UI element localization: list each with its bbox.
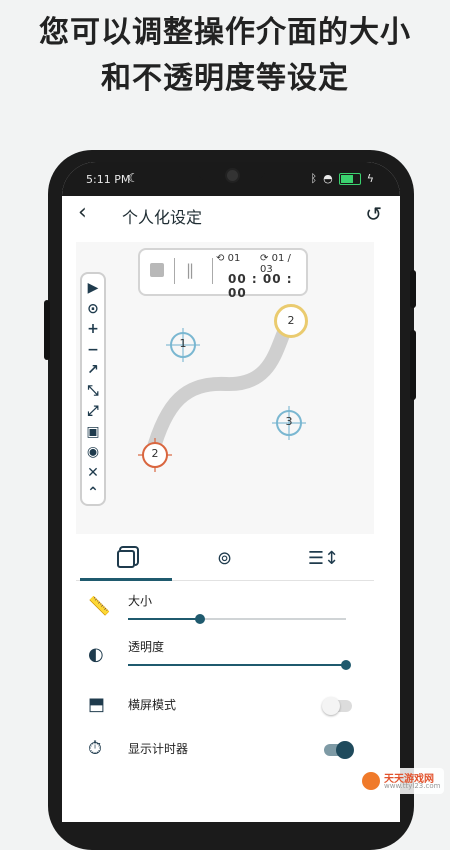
headline: 您可以调整操作介面的大小 和不透明度等设定 [0,10,450,102]
headline-line2: 和不透明度等设定 [101,61,349,96]
charging-icon: ϟ [366,172,374,185]
eye-icon[interactable]: ◉ [87,442,99,463]
landscape-setting: ⬒ 横屏模式 [76,692,374,722]
size-slider[interactable] [128,612,346,626]
repeat-icon: ⟲ [216,253,225,264]
rotate-screen-icon: ⬒ [88,694,106,715]
swipe-end-target[interactable]: 2 [274,304,308,338]
swipe-start-label: 2 [151,447,159,460]
battery-icon [338,172,361,185]
settings-tabs: ⊚ ☰↕ [76,540,374,581]
stop-button[interactable] [150,263,164,277]
swipe-icon[interactable]: ↗ [87,360,99,381]
phone-left-button [44,300,50,360]
landscape-toggle[interactable] [322,697,352,715]
remove-icon[interactable]: − [87,340,99,361]
ruler-icon: 📏 [88,596,111,617]
opacity-setting: ◐ 透明度 [76,638,374,682]
swipe-start-target[interactable]: 2 [138,438,172,472]
tab-sort[interactable]: ☰↕ [274,540,373,580]
app-bar: ‹ 个人化设定 ↺ [62,196,400,236]
preview-canvas: || ⟲ 01 ⟳ 01 / 03 00 : 00 : 00 ▶ ⊙ + − ↗… [76,242,374,534]
loop-count: ⟲ 01 [216,253,240,264]
loop-current: 01 [227,253,241,264]
layers-icon [116,550,135,568]
save-icon[interactable]: ▣ [86,422,99,443]
size-label: 大小 [128,594,153,608]
reset-icon[interactable]: ↺ [365,202,382,226]
status-bar: 5:11 PM ☾ ᛒ ◓ ϟ [62,162,400,196]
collapse-icon[interactable]: ⌃ [87,483,99,504]
timer-clock: 00 : 00 : 00 [228,272,293,300]
target-1[interactable]: 1 [166,328,200,362]
stopwatch-icon: ⏱ [88,738,103,759]
phone-side-button [410,270,416,308]
target-3-label: 3 [285,415,293,428]
timer-panel: || ⟲ 01 ⟳ 01 / 03 00 : 00 : 00 [138,248,308,300]
swipe-end-label: 2 [287,314,295,327]
opacity-slider[interactable] [128,658,351,672]
size-setting: 📏 大小 [76,590,374,634]
page-title: 个人化设定 [122,208,203,227]
record-icon[interactable]: ⊙ [87,299,99,320]
site-watermark: 天天游戏网 www.ttyl23.com [358,768,444,794]
target-3[interactable]: 3 [272,406,306,440]
headline-line1: 您可以调整操作介面的大小 [39,15,411,50]
bluetooth-icon: ᛒ [310,172,318,185]
repeat-all-icon: ⟳ [260,253,269,264]
pause-button[interactable]: || [186,261,194,279]
floating-toolbar: ▶ ⊙ + − ↗ ⤡ ⤢ ▣ ◉ ✕ ⌃ [80,272,106,506]
opacity-label: 透明度 [128,640,165,654]
show-timer-toggle[interactable] [324,741,354,759]
phone-screen: 5:11 PM ☾ ᛒ ◓ ϟ ‹ 个人化设定 ↺ || ⟲ 01 ⟳ 01 /… [62,162,400,822]
add-icon[interactable]: + [87,319,99,340]
size-slider-thumb[interactable] [194,614,205,624]
sort-list-icon: ☰↕ [307,548,340,569]
status-icons: ᛒ ◓ ϟ [311,172,374,185]
location-pin-icon: ⊚ [216,548,233,569]
camera-notch [196,162,266,184]
show-timer-label: 显示计时器 [128,742,189,756]
landscape-label: 横屏模式 [128,698,177,712]
site-logo-icon [362,772,380,790]
opacity-slider-thumb[interactable] [341,660,351,670]
shrink-icon[interactable]: ⤡ [87,381,98,402]
back-arrow-icon[interactable]: ‹ [78,200,87,225]
show-timer-setting: ⏱ 显示计时器 [76,736,374,766]
close-icon[interactable]: ✕ [87,463,99,484]
tab-location[interactable]: ⊚ [175,540,274,580]
tab-appearance[interactable] [76,540,175,581]
target-1-label: 1 [179,337,187,350]
status-time: 5:11 PM [86,173,131,186]
opacity-icon: ◐ [88,644,104,665]
moon-icon: ☾ [128,171,139,185]
watermark-url: www.ttyl23.com [384,782,441,790]
wifi-icon: ◓ [323,172,333,185]
expand-icon[interactable]: ⤢ [87,401,98,422]
phone-volume-button [410,330,416,400]
play-icon[interactable]: ▶ [88,278,99,299]
